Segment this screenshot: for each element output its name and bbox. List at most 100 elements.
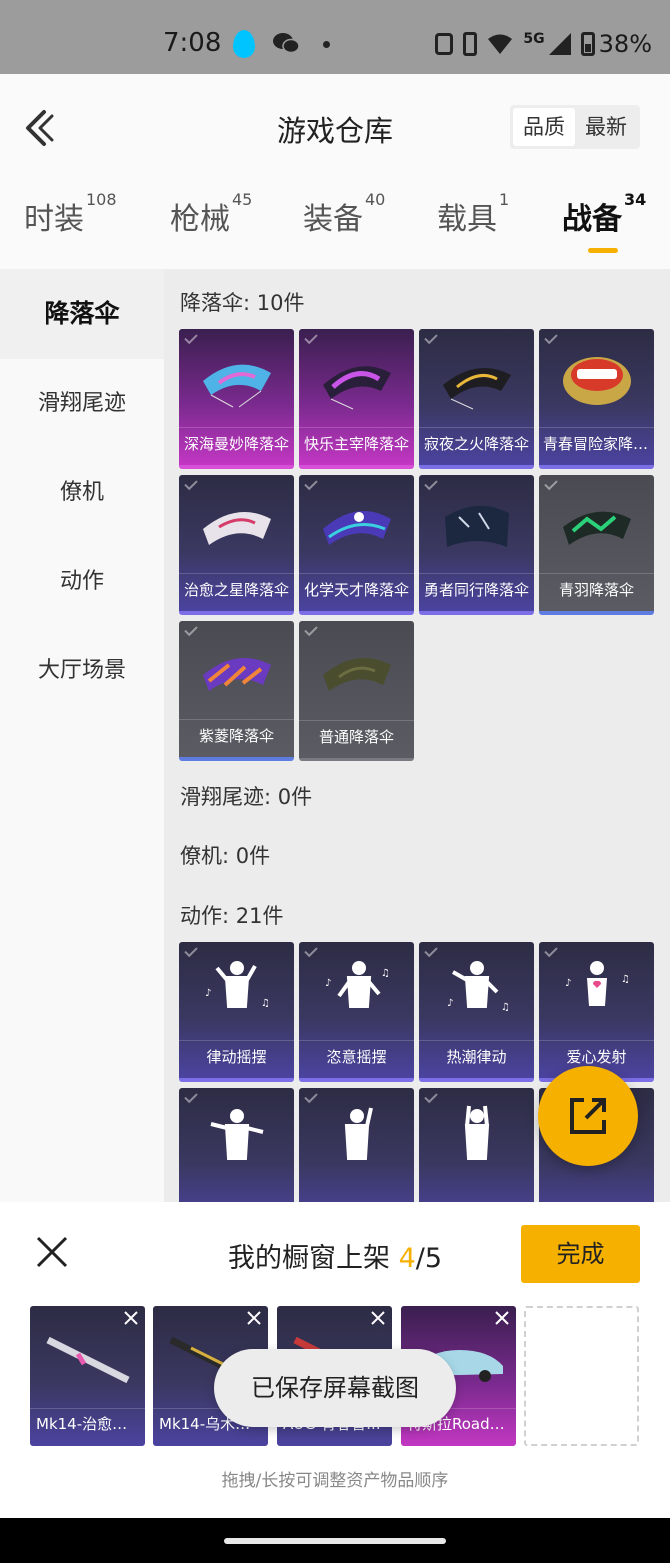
item-name: 紫菱降落伞 — [179, 719, 294, 751]
item-card[interactable]: ♪ ♫ 律动摇摆 — [179, 942, 294, 1082]
item-card[interactable]: 化学天才降落伞 — [299, 475, 414, 615]
remove-icon[interactable] — [370, 1310, 386, 1326]
item-card[interactable]: 紫菱降落伞 — [179, 621, 294, 761]
check-icon — [544, 476, 558, 491]
toast-message: 已保存屏幕截图 — [214, 1349, 456, 1427]
tab-vehicles[interactable]: 载具1 — [437, 190, 509, 238]
active-tab-indicator — [588, 248, 618, 253]
item-card[interactable]: 深海曼妙降落伞 — [179, 329, 294, 469]
sidebar-item-wingman[interactable]: 僚机 — [0, 458, 164, 528]
category-tabs: 时装108 枪械45 装备40 载具1 战备34 — [0, 190, 670, 254]
tab-count: 34 — [624, 190, 647, 209]
battery-percent: 38% — [598, 30, 652, 58]
check-icon — [184, 476, 198, 491]
dancer-icon — [344, 1107, 373, 1160]
item-name: 治愈之星降落伞 — [179, 573, 294, 605]
svg-text:♫: ♫ — [381, 968, 390, 979]
item-card[interactable] — [179, 1088, 294, 1209]
share-button[interactable] — [538, 1066, 638, 1166]
showcase-count: 4 — [398, 1243, 416, 1274]
check-icon — [544, 330, 558, 345]
section-title-emote: 动作: 21件 — [180, 904, 284, 928]
item-card[interactable] — [419, 1088, 534, 1209]
item-card[interactable]: 青春冒险家降落伞 — [539, 329, 654, 469]
item-card[interactable]: ♪ ♫ 爱心发射 — [539, 942, 654, 1082]
empty-showcase-slot[interactable] — [524, 1306, 639, 1446]
item-name: 快乐主宰降落伞 — [299, 427, 414, 459]
wifi-icon — [488, 34, 513, 54]
parachute-icon — [443, 367, 511, 410]
check-icon — [184, 943, 198, 958]
sidebar-item-lobby-scene[interactable]: 大厅场景 — [0, 636, 164, 706]
check-icon — [544, 943, 558, 958]
wechat-icon — [273, 33, 300, 54]
item-name: 普通降落伞 — [299, 720, 414, 752]
nfc-icon — [463, 32, 478, 56]
tab-equipment[interactable]: 装备40 — [303, 190, 385, 238]
item-name: 青春冒险家降落伞 — [539, 427, 654, 459]
check-icon — [184, 330, 198, 345]
check-icon — [304, 943, 318, 958]
svg-text:♪: ♪ — [205, 988, 211, 999]
check-icon — [304, 476, 318, 491]
tab-guns[interactable]: 枪械45 — [170, 190, 252, 238]
remove-icon[interactable] — [246, 1310, 262, 1326]
item-card[interactable]: 寂夜之火降落伞 — [419, 329, 534, 469]
parachute-icon — [323, 511, 391, 545]
sidebar-item-parachute[interactable]: 降落伞 — [0, 269, 164, 359]
check-icon — [424, 330, 438, 345]
sort-option-quality[interactable]: 品质 — [513, 108, 575, 146]
parachute-icon — [203, 364, 271, 408]
check-icon — [304, 330, 318, 345]
parachute-icon — [323, 366, 391, 410]
item-card[interactable]: 治愈之星降落伞 — [179, 475, 294, 615]
svg-text:♪: ♪ — [325, 978, 331, 989]
item-card[interactable] — [299, 1088, 414, 1209]
showcase-slot[interactable]: Mk14-治愈之... — [30, 1306, 145, 1446]
sort-option-newest[interactable]: 最新 — [575, 108, 637, 146]
check-icon — [424, 476, 438, 491]
tab-fashion[interactable]: 时装108 — [24, 190, 117, 238]
parachute-icon — [563, 357, 631, 405]
remove-icon[interactable] — [494, 1310, 510, 1326]
check-icon — [304, 1089, 318, 1104]
sidebar-item-glide-trail[interactable]: 滑翔尾迹 — [0, 369, 164, 439]
check-icon — [184, 1089, 198, 1104]
rifle-icon — [46, 1336, 130, 1384]
done-button[interactable]: 完成 — [521, 1225, 640, 1283]
item-name: 深海曼妙降落伞 — [179, 427, 294, 459]
parachute-icon — [563, 511, 631, 545]
slot-name: Mk14-治愈之... — [30, 1408, 145, 1438]
item-card[interactable]: 普通降落伞 — [299, 621, 414, 761]
svg-text:♪: ♪ — [447, 998, 453, 1009]
tab-tactical[interactable]: 战备34 — [562, 190, 646, 238]
dancer-icon: ♪♫ — [325, 961, 390, 1008]
sidebar: 降落伞 滑翔尾迹 僚机 动作 大厅场景 — [0, 269, 164, 1269]
dancer-icon — [464, 1105, 490, 1160]
item-card[interactable]: 勇者同行降落伞 — [419, 475, 534, 615]
tab-count: 45 — [232, 190, 253, 209]
svg-text:♪: ♪ — [565, 978, 571, 989]
sidebar-item-emote[interactable]: 动作 — [0, 547, 164, 617]
item-card[interactable]: ♪ ♫ 热潮律动 — [419, 942, 534, 1082]
home-gesture-handle[interactable] — [224, 1538, 446, 1544]
remove-icon[interactable] — [123, 1310, 139, 1326]
item-name: 勇者同行降落伞 — [419, 573, 534, 605]
item-card[interactable]: ♪ ♫ 恣意摇摆 — [299, 942, 414, 1082]
parachute-icon — [203, 511, 271, 545]
app-screen: 游戏仓库 品质 最新 时装108 枪械45 装备40 载具1 战备34 降落伞 … — [0, 74, 670, 1518]
dancer-icon: ♪♫ — [205, 961, 270, 1009]
more-notifications-dot — [323, 41, 330, 48]
item-card[interactable]: 青羽降落伞 — [539, 475, 654, 615]
status-time: 7:08 — [163, 28, 222, 58]
svg-text:♫: ♫ — [501, 1002, 510, 1013]
dancer-icon — [210, 1109, 264, 1160]
parachute-icon — [203, 657, 271, 691]
item-card[interactable]: 快乐主宰降落伞 — [299, 329, 414, 469]
check-icon — [304, 622, 318, 637]
signal-icon — [548, 33, 571, 55]
status-right-group: 5G 38% — [435, 30, 652, 58]
section-title-parachute: 降落伞: 10件 — [180, 291, 305, 315]
svg-text:♫: ♫ — [261, 998, 270, 1009]
vibrate-icon — [435, 33, 454, 55]
